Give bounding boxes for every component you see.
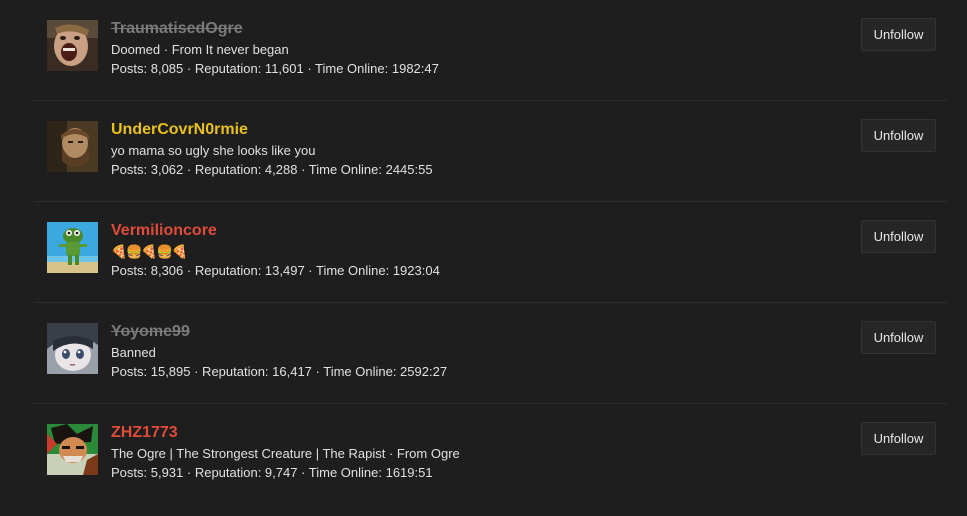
user-tagline: 🍕🍔🍕🍔🍕	[111, 244, 188, 259]
user-stats: Posts: 15,895 · Reputation: 16,417 · Tim…	[111, 364, 448, 379]
unfollow-button[interactable]: Unfollow	[861, 18, 936, 51]
user-stats: Posts: 3,062 · Reputation: 4,288 · Time …	[111, 162, 433, 177]
unfollow-button[interactable]: Unfollow	[861, 119, 936, 152]
avatar[interactable]	[47, 20, 98, 71]
user-tagline: Doomed · From It never began	[111, 42, 289, 57]
username-link[interactable]: UnderCovrN0rmie	[111, 120, 433, 140]
list-item: Vermilioncore 🍕🍔🍕🍔🍕 Posts: 8,306 · Reput…	[34, 202, 948, 303]
user-tagline: yo mama so ugly she looks like you	[111, 143, 316, 158]
avatar[interactable]	[47, 424, 98, 475]
avatar[interactable]	[47, 323, 98, 374]
unfollow-button[interactable]: Unfollow	[861, 321, 936, 354]
user-tagline: The Ogre | The Strongest Creature | The …	[111, 446, 460, 461]
list-item: TraumatisedOgre Doomed · From It never b…	[34, 0, 948, 101]
unfollow-button[interactable]: Unfollow	[861, 422, 936, 455]
user-stats: Posts: 5,931 · Reputation: 9,747 · Time …	[111, 465, 433, 480]
username-link[interactable]: ZHZ1773	[111, 423, 460, 443]
user-tagline: Banned	[111, 345, 156, 360]
avatar[interactable]	[47, 121, 98, 172]
user-stats: Posts: 8,306 · Reputation: 13,497 · Time…	[111, 263, 440, 278]
user-stats: Posts: 8,085 · Reputation: 11,601 · Time…	[111, 61, 439, 76]
cartoon-frog-character-icon	[47, 222, 98, 273]
list-item: Yoyome99 Banned Posts: 15,895 · Reputati…	[34, 303, 948, 404]
list-item: UnderCovrN0rmie yo mama so ugly she look…	[34, 101, 948, 202]
list-item: ZHZ1773 The Ogre | The Strongest Creatur…	[34, 404, 948, 505]
avatar[interactable]	[47, 222, 98, 273]
screaming-face-photo-icon	[47, 20, 98, 71]
username-link[interactable]: TraumatisedOgre	[111, 19, 439, 39]
following-list: TraumatisedOgre Doomed · From It never b…	[0, 0, 967, 505]
username-link[interactable]: Yoyome99	[111, 322, 447, 342]
anime-fighter-icon	[47, 424, 98, 475]
bearded-man-photo-icon	[47, 121, 98, 172]
unfollow-button[interactable]: Unfollow	[861, 220, 936, 253]
anime-girl-icon	[47, 323, 98, 374]
username-link[interactable]: Vermilioncore	[111, 221, 440, 241]
